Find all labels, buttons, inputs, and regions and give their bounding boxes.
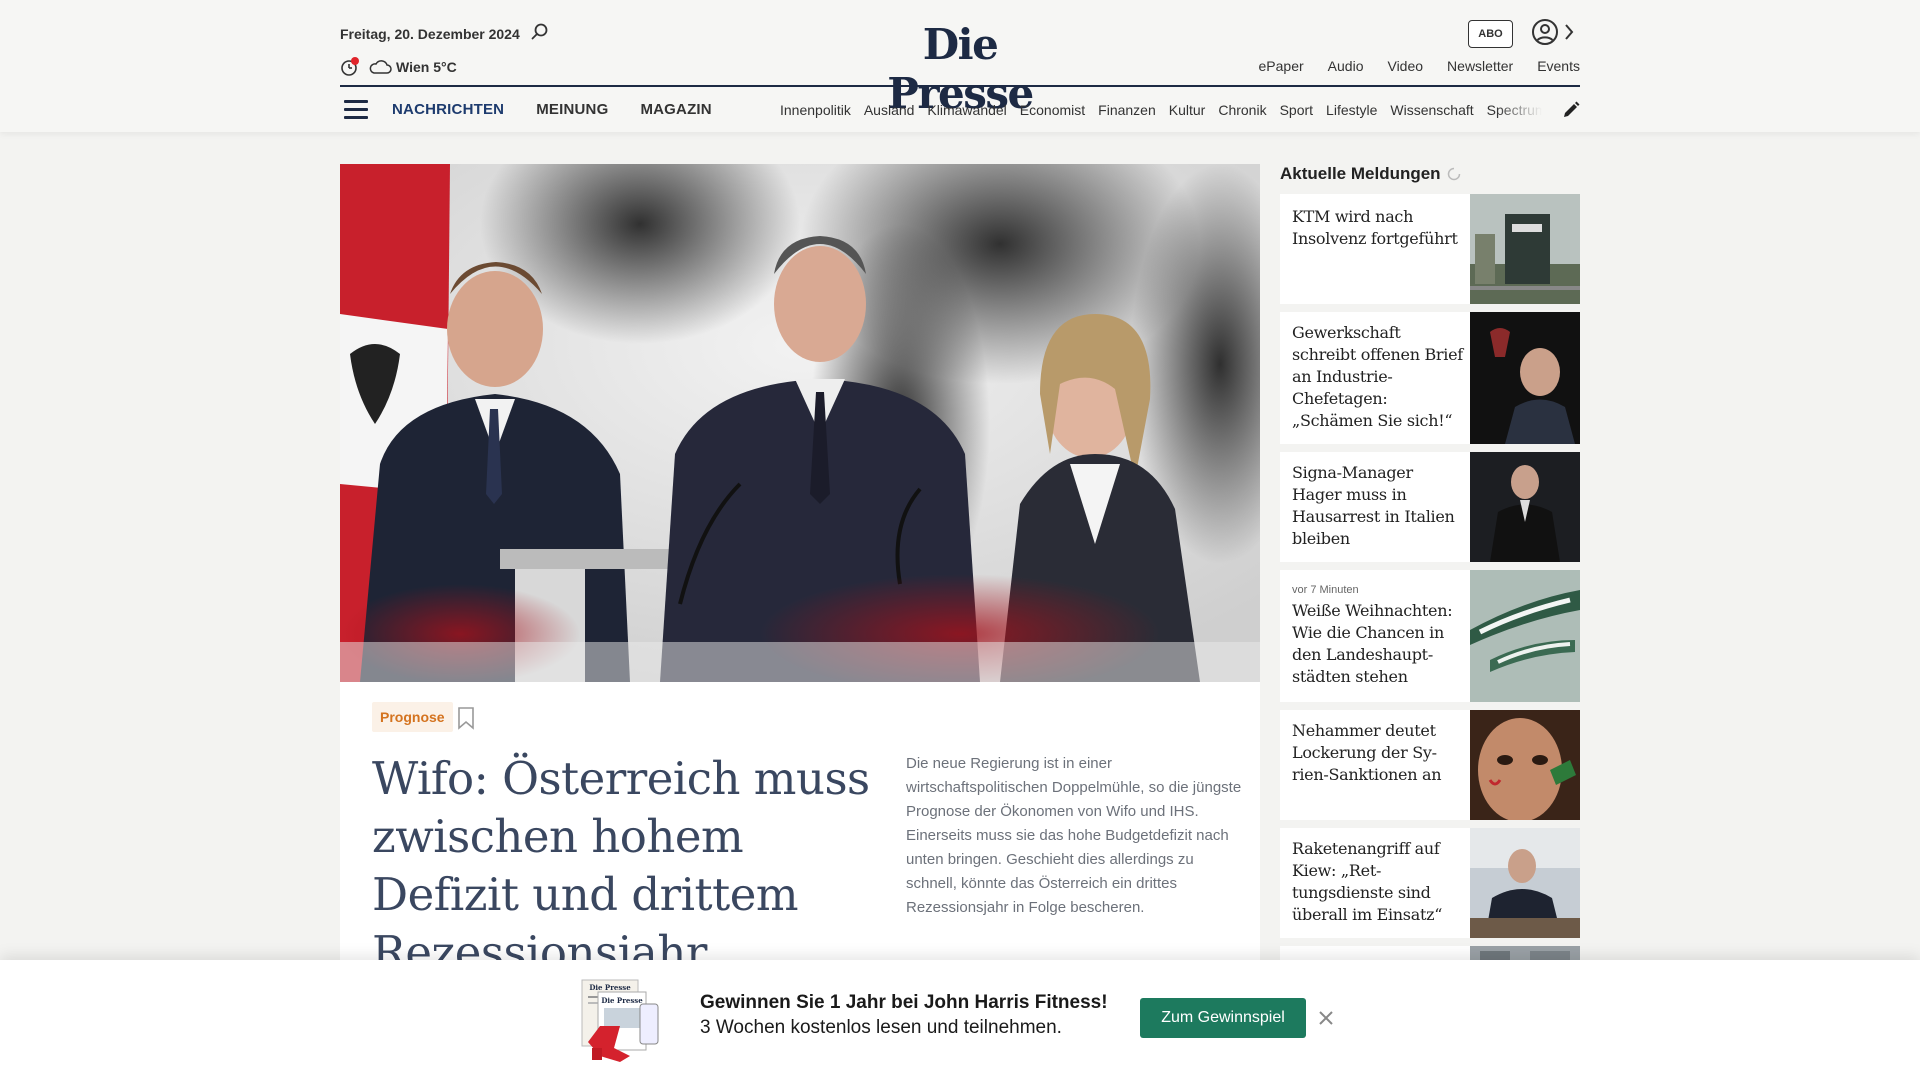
subnav-economist[interactable]: Economist xyxy=(1020,102,1085,118)
news-item-title: Signa-Manager Hager muss in Hausarrest i… xyxy=(1292,463,1455,548)
news-item[interactable]: Raketenangriff auf Kiew: „Ret­tungsdiens… xyxy=(1280,828,1580,938)
weather-alert-icon xyxy=(341,57,359,76)
news-item[interactable]: Nehammer deutet Lockerung der Sy­rien-Sa… xyxy=(1280,710,1580,820)
link-audio[interactable]: Audio xyxy=(1328,58,1364,74)
pencil-icon[interactable] xyxy=(1561,100,1581,120)
weather-widget[interactable]: Wien 5°C xyxy=(340,56,457,78)
news-thumbnail xyxy=(1470,194,1580,304)
abo-button[interactable]: ABO xyxy=(1468,20,1513,48)
header-date: Freitag, 20. Dezember 2024 xyxy=(340,26,520,42)
subnav-klimawandel[interactable]: Klimawandel xyxy=(927,102,1006,118)
header-links: ePaper Audio Video Newsletter Events xyxy=(1235,58,1580,74)
link-newsletter[interactable]: Newsletter xyxy=(1447,58,1513,74)
weather-text: Wien 5°C xyxy=(396,59,457,75)
subnav-chronik[interactable]: Chronik xyxy=(1218,102,1266,118)
news-item-timestamp: vor 7 Minuten xyxy=(1292,584,1359,596)
news-item-title: Weiße Weihnachten: Wie die Chancen in de… xyxy=(1292,601,1453,686)
loading-spinner-icon xyxy=(1447,167,1460,181)
news-item-title: Gewerkschaft schreibt offenen Brief an I… xyxy=(1292,323,1463,430)
news-thumbnail xyxy=(1470,312,1580,444)
subnav-finanzen[interactable]: Finanzen xyxy=(1098,102,1156,118)
news-item[interactable]: Signa-Manager Hager muss in Hausarrest i… xyxy=(1280,452,1580,562)
cloud-icon xyxy=(369,60,392,74)
link-events[interactable]: Events xyxy=(1537,58,1580,74)
tab-nachrichten[interactable]: NACHRICHTEN xyxy=(392,101,504,118)
promo-image-logo: Die Presse xyxy=(589,983,631,992)
tab-meinung[interactable]: MEINUNG xyxy=(536,101,608,118)
link-video[interactable]: Video xyxy=(1387,58,1423,74)
promo-headline: Gewinnen Sie 1 Jahr bei John Harris Fitn… xyxy=(700,992,1108,1013)
bookmark-icon[interactable] xyxy=(456,706,476,730)
subnav-spectrum[interactable]: Spectrum xyxy=(1487,102,1542,118)
news-item[interactable]: Gewerkschaft schreibt offenen Brief an I… xyxy=(1280,312,1580,444)
tab-magazin[interactable]: MAGAZIN xyxy=(640,101,711,118)
close-icon[interactable] xyxy=(1316,1008,1336,1028)
subnav-sport[interactable]: Sport xyxy=(1280,102,1313,118)
subnav-wissenschaft[interactable]: Wissenschaft xyxy=(1390,102,1473,118)
article-category-tag[interactable]: Prognose xyxy=(372,702,453,732)
news-thumbnail xyxy=(1470,828,1580,938)
promo-image-logo: Die Presse xyxy=(601,996,643,1005)
link-epaper[interactable]: ePaper xyxy=(1259,58,1304,74)
subnav-kultur[interactable]: Kultur xyxy=(1169,102,1206,118)
sidebar-heading: Aktuelle Meldungen xyxy=(1280,164,1461,184)
chevron-right-icon[interactable] xyxy=(1563,22,1575,42)
promo-subline: 3 Wochen kostenlos lesen und teilnehmen. xyxy=(700,1017,1062,1038)
news-item-title: KTM wird nach Insolvenz fortgeführt xyxy=(1292,207,1458,248)
article-hero-image[interactable] xyxy=(340,164,1260,682)
site-header: Freitag, 20. Dezember 2024 Wien 5°C Die … xyxy=(0,0,1920,132)
news-item[interactable]: vor 7 Minuten Weiße Weihnachten: Wie die… xyxy=(1280,570,1580,702)
section-nav: NACHRICHTEN MEINUNG MAGAZIN xyxy=(392,101,744,118)
promo-banner: Die Presse Die Presse Gewinnen Sie 1 Jah… xyxy=(0,960,1920,1080)
news-thumbnail xyxy=(1470,710,1580,820)
user-account-icon[interactable] xyxy=(1531,18,1559,46)
subsection-nav: Innenpolitik Ausland Klimawandel Economi… xyxy=(780,102,1542,118)
promo-image: Die Presse Die Presse xyxy=(578,976,662,1064)
sidebar-title: Aktuelle Meldungen xyxy=(1280,164,1441,183)
news-thumbnail xyxy=(1470,452,1580,562)
news-item[interactable]: KTM wird nach Insolvenz fortgeführt xyxy=(1280,194,1580,304)
menu-icon[interactable] xyxy=(344,100,368,120)
subnav-innenpolitik[interactable]: Innenpolitik xyxy=(780,102,851,118)
subnav-lifestyle[interactable]: Lifestyle xyxy=(1326,102,1377,118)
article-teaser[interactable]: Die neue Regierung ist in einer wirtscha… xyxy=(906,752,1248,920)
lead-article[interactable]: Prognose Wifo: Österreich muss zwischen … xyxy=(340,164,1260,1080)
news-item-title: Nehammer deutet Lockerung der Sy­rien-Sa… xyxy=(1292,721,1442,784)
header-divider xyxy=(340,85,1580,87)
news-thumbnail xyxy=(1470,570,1580,702)
promo-cta-button[interactable]: Zum Gewinnspiel xyxy=(1140,998,1306,1038)
subnav-ausland[interactable]: Ausland xyxy=(864,102,915,118)
news-item-title: Raketenangriff auf Kiew: „Ret­tungsdiens… xyxy=(1292,839,1443,924)
search-icon[interactable] xyxy=(530,22,550,42)
